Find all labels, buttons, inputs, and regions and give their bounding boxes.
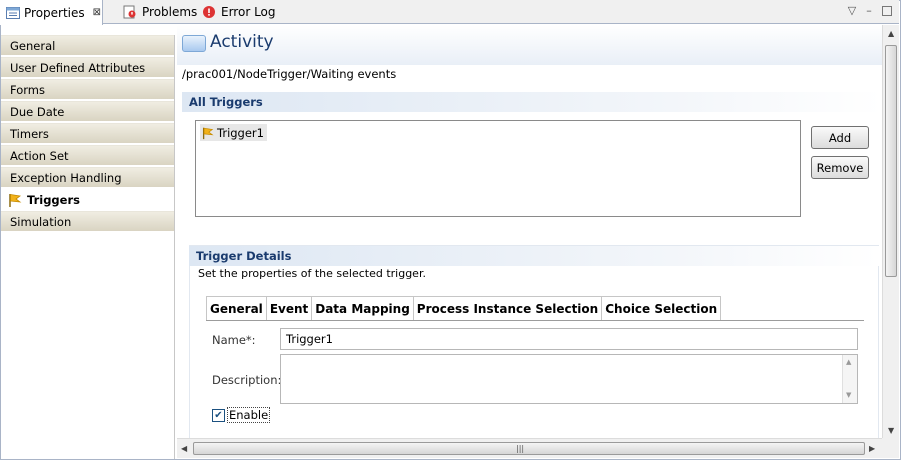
close-icon[interactable]: ⊠ [93, 7, 101, 18]
title-band [177, 25, 882, 65]
tab-properties-label: Properties [24, 5, 85, 20]
sidebar-item-user-defined-attributes[interactable]: User Defined Attributes [1, 57, 174, 78]
sidebar-item-general[interactable]: General [1, 35, 174, 56]
trigger-details-heading[interactable]: Trigger Details [189, 246, 879, 266]
tab-choice-selection[interactable]: Choice Selection [601, 296, 722, 321]
description-field[interactable]: ▲ ▼ [280, 354, 858, 404]
description-label: Description: [212, 373, 282, 387]
sidebar-item-simulation[interactable]: Simulation [1, 211, 174, 232]
trigger-flag-icon [7, 192, 23, 208]
sidebar-item-exception-handling[interactable]: Exception Handling [1, 167, 174, 188]
minimize-icon[interactable]: – [862, 3, 876, 17]
properties-sidebar: General User Defined Attributes Forms Du… [1, 35, 175, 459]
trigger-flag-icon [201, 126, 215, 140]
tab-general[interactable]: General [206, 296, 267, 321]
activity-icon [182, 35, 206, 52]
all-triggers-heading-label: All Triggers [189, 95, 263, 109]
tab-problems[interactable]: Problems [116, 0, 203, 24]
name-label: Name*: [212, 333, 256, 347]
horizontal-scrollbar[interactable]: ◀ ||| ▶ [177, 438, 882, 458]
scroll-right-icon[interactable]: ▶ [869, 444, 875, 453]
all-triggers-heading[interactable]: All Triggers [182, 92, 882, 112]
trigger-details-description: Set the properties of the selected trigg… [198, 267, 426, 280]
problems-icon [122, 4, 138, 20]
tab-process-instance-selection[interactable]: Process Instance Selection [412, 296, 603, 321]
vertical-scroll-thumb[interactable] [885, 45, 897, 277]
tab-divider [206, 320, 864, 321]
tab-event[interactable]: Event [265, 296, 313, 321]
sidebar-item-label: Simulation [10, 214, 72, 229]
sidebar-item-label: User Defined Attributes [10, 60, 146, 75]
nav-spacer [1, 25, 175, 35]
tab-problems-label: Problems [142, 5, 198, 19]
grip-icon: ||| [516, 444, 525, 453]
description-scrollbar[interactable]: ▲ ▼ [842, 355, 857, 403]
breadcrumb: /prac001/NodeTrigger/Waiting events [182, 67, 397, 81]
triggers-list[interactable]: Trigger1 [195, 120, 801, 217]
add-button[interactable]: Add [811, 126, 869, 149]
tab-properties[interactable]: Properties ⊠ [0, 0, 103, 25]
sidebar-item-label: Action Set [10, 148, 69, 163]
properties-content: Activity /prac001/NodeTrigger/Waiting ev… [177, 25, 882, 438]
scroll-left-icon[interactable]: ◀ [181, 444, 187, 453]
sidebar-item-action-set[interactable]: Action Set [1, 145, 174, 166]
sidebar-item-due-date[interactable]: Due Date [1, 101, 174, 122]
scroll-down-icon[interactable]: ▼ [888, 426, 894, 435]
name-field-value: Trigger1 [286, 332, 333, 346]
properties-icon [6, 5, 20, 21]
scroll-down-icon[interactable]: ▼ [846, 391, 851, 399]
sidebar-item-label: Due Date [10, 104, 65, 119]
scroll-corner [882, 438, 899, 458]
scroll-up-icon[interactable]: ▲ [846, 358, 851, 366]
name-field[interactable]: Trigger1 [280, 328, 858, 350]
sidebar-item-label: Triggers [27, 192, 80, 207]
trigger-details-heading-label: Trigger Details [196, 249, 292, 263]
error-log-icon [201, 4, 217, 20]
sidebar-item-label: Forms [10, 82, 45, 97]
enable-label[interactable]: Enable [227, 407, 271, 423]
remove-button[interactable]: Remove [811, 156, 869, 179]
view-menu-icon[interactable]: ▽ [845, 3, 859, 17]
horizontal-scroll-thumb[interactable]: ||| [193, 442, 865, 455]
sidebar-item-forms[interactable]: Forms [1, 79, 174, 100]
list-item-label: Trigger1 [217, 125, 264, 140]
sidebar-item-triggers[interactable]: Triggers [1, 189, 174, 210]
sidebar-item-label: Exception Handling [10, 170, 122, 185]
trigger-details-tabs: General Event Data Mapping Process Insta… [206, 296, 722, 321]
maximize-icon[interactable] [882, 6, 892, 16]
list-item[interactable]: Trigger1 [200, 124, 267, 141]
sidebar-item-label: General [10, 38, 56, 53]
sidebar-item-label: Timers [10, 126, 49, 141]
tab-data-mapping[interactable]: Data Mapping [311, 296, 414, 321]
enable-checkbox[interactable]: ✔ [212, 409, 225, 422]
view-tab-bar: Properties ⊠ Problems Error Log ▽ – [0, 0, 899, 25]
scroll-up-icon[interactable]: ▲ [888, 29, 894, 38]
vertical-scrollbar[interactable]: ▲ ▼ [882, 25, 899, 438]
tab-error-log[interactable]: Error Log [195, 0, 282, 24]
tab-error-log-label: Error Log [221, 5, 276, 19]
page-title: Activity [210, 32, 274, 52]
sidebar-item-timers[interactable]: Timers [1, 123, 174, 144]
